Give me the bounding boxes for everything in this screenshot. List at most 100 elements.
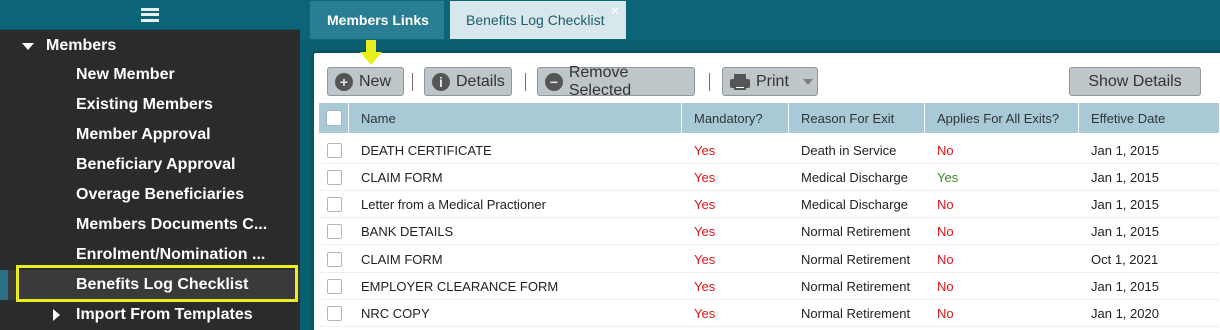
row-checkbox-cell bbox=[319, 246, 349, 273]
cell-mandatory: Yes bbox=[694, 170, 716, 185]
cell-name: EMPLOYER CLEARANCE FORM bbox=[361, 279, 559, 294]
sidebar-item-label: Beneficiary Approval bbox=[76, 156, 236, 173]
close-icon[interactable]: ✕ bbox=[610, 4, 620, 18]
sidebar-item-label: Existing Members bbox=[76, 96, 213, 113]
toolbar-divider bbox=[709, 73, 710, 91]
print-dropdown-button[interactable]: Print bbox=[722, 67, 818, 96]
new-button[interactable]: + New bbox=[327, 67, 404, 96]
sidebar-item-label: Members Documents C... bbox=[76, 216, 268, 233]
sidebar-item-members-documents[interactable]: Members Documents C... bbox=[0, 210, 300, 240]
sidebar-item-import-from-templates[interactable]: Import From Templates bbox=[0, 300, 300, 330]
selection-highlight bbox=[16, 265, 298, 302]
sidebar-item-label: Member Approval bbox=[76, 126, 211, 143]
cell-applies: No bbox=[937, 279, 954, 294]
row-checkbox-cell bbox=[319, 191, 349, 218]
sidebar-item-label: Enrolment/Nomination ... bbox=[76, 246, 266, 263]
cell-applies: No bbox=[937, 306, 954, 321]
cell-applies: No bbox=[937, 197, 954, 212]
table-row[interactable]: CLAIM FORM Yes Medical Discharge Yes Jan… bbox=[319, 164, 1219, 191]
row-checkbox[interactable] bbox=[326, 252, 342, 267]
cell-mandatory: Yes bbox=[694, 252, 716, 267]
sidebar-item-label: Import From Templates bbox=[76, 306, 253, 323]
table-row[interactable]: EMPLOYER CLEARANCE FORM Yes Normal Retir… bbox=[319, 273, 1219, 300]
cell-applies: Yes bbox=[937, 170, 959, 185]
tab-members-links[interactable]: Members Links bbox=[310, 1, 444, 39]
cell-mandatory: Yes bbox=[694, 306, 716, 321]
table-row[interactable]: Letter from a Medical Practioner Yes Med… bbox=[319, 191, 1219, 218]
info-icon: i bbox=[432, 72, 450, 91]
minus-icon: − bbox=[545, 72, 563, 91]
cell-applies: No bbox=[937, 143, 954, 158]
column-header-name[interactable]: Name bbox=[349, 103, 682, 133]
column-header-reason[interactable]: Reason For Exit bbox=[789, 103, 925, 133]
cell-reason: Death in Service bbox=[801, 143, 897, 158]
remove-selected-label: Remove Selected bbox=[568, 63, 632, 99]
printer-icon bbox=[730, 73, 750, 90]
table-row[interactable]: DEATH CERTIFICATE Yes Death in Service N… bbox=[319, 137, 1219, 164]
sidebar-header bbox=[0, 0, 300, 30]
row-checkbox[interactable] bbox=[326, 279, 342, 294]
cell-name: BANK DETAILS bbox=[361, 224, 454, 239]
details-button[interactable]: i Details bbox=[424, 67, 512, 96]
cell-mandatory: Yes bbox=[694, 197, 716, 212]
show-details-label: Show Details bbox=[1088, 72, 1182, 90]
row-checkbox[interactable] bbox=[326, 224, 342, 239]
cell-applies: No bbox=[937, 224, 954, 239]
cell-applies: No bbox=[937, 252, 954, 267]
row-checkbox[interactable] bbox=[326, 306, 342, 321]
new-button-label: New bbox=[359, 72, 392, 90]
details-button-label: Details bbox=[456, 72, 505, 90]
cell-name: Letter from a Medical Practioner bbox=[361, 197, 546, 212]
sidebar-item-new-member[interactable]: New Member bbox=[0, 60, 300, 90]
plus-icon: + bbox=[335, 72, 353, 91]
remove-selected-button[interactable]: − Remove Selected bbox=[537, 64, 695, 99]
row-checkbox-cell bbox=[319, 273, 349, 300]
row-checkbox[interactable] bbox=[326, 197, 342, 212]
sidebar-item-label: New Member bbox=[76, 66, 175, 83]
cell-date: Jan 1, 2015 bbox=[1091, 197, 1159, 212]
cell-reason: Medical Discharge bbox=[801, 170, 908, 185]
hamburger-menu-icon[interactable] bbox=[141, 7, 159, 22]
table-header: Name Mandatory? Reason For Exit Applies … bbox=[319, 103, 1219, 133]
sidebar-item-overage-beneficiaries[interactable]: Overage Beneficiaries bbox=[0, 180, 300, 210]
cell-mandatory: Yes bbox=[694, 224, 716, 239]
cell-name: CLAIM FORM bbox=[361, 252, 443, 267]
cell-date: Jan 1, 2015 bbox=[1091, 224, 1159, 239]
cell-reason: Normal Retirement bbox=[801, 306, 911, 321]
cell-date: Jan 1, 2015 bbox=[1091, 143, 1159, 158]
sidebar-group-label: Members bbox=[46, 37, 117, 54]
table-row[interactable]: CLAIM FORM Yes Normal Retirement No Oct … bbox=[319, 246, 1219, 273]
table-row[interactable]: NRC COPY Yes Normal Retirement No Jan 1,… bbox=[319, 300, 1219, 327]
show-details-button[interactable]: Show Details bbox=[1069, 67, 1201, 96]
cell-reason: Normal Retirement bbox=[801, 224, 911, 239]
cell-date: Jan 1, 2015 bbox=[1091, 170, 1159, 185]
chevron-down-icon bbox=[802, 78, 813, 85]
cell-name: CLAIM FORM bbox=[361, 170, 443, 185]
row-checkbox-cell bbox=[319, 300, 349, 327]
sidebar-item-existing-members[interactable]: Existing Members bbox=[0, 90, 300, 120]
select-all-checkbox[interactable] bbox=[325, 110, 342, 126]
print-label: Print bbox=[756, 72, 789, 90]
row-checkbox-cell bbox=[319, 137, 349, 164]
cell-name: DEATH CERTIFICATE bbox=[361, 143, 492, 158]
toolbar: + New i Details − Remove Selected Print … bbox=[314, 59, 1220, 99]
sidebar-group-members[interactable]: Members bbox=[0, 34, 116, 58]
column-header-mandatory[interactable]: Mandatory? bbox=[682, 103, 789, 133]
sidebar-item-member-approval[interactable]: Member Approval bbox=[0, 120, 300, 150]
toolbar-divider bbox=[412, 73, 413, 91]
row-checkbox[interactable] bbox=[326, 170, 342, 185]
cell-reason: Normal Retirement bbox=[801, 252, 911, 267]
column-header-date[interactable]: Effetive Date bbox=[1079, 103, 1219, 133]
caret-right-icon bbox=[53, 309, 60, 321]
main-panel: + New i Details − Remove Selected Print … bbox=[311, 50, 1220, 330]
column-header-applies[interactable]: Applies For All Exits? bbox=[925, 103, 1079, 133]
select-all-cell bbox=[319, 103, 349, 133]
annotation-arrow-icon bbox=[360, 40, 382, 65]
tab-label: Benefits Log Checklist bbox=[466, 12, 605, 28]
row-checkbox-cell bbox=[319, 218, 349, 245]
sidebar-item-beneficiary-approval[interactable]: Beneficiary Approval bbox=[0, 150, 300, 180]
tab-benefits-log-checklist[interactable]: Benefits Log Checklist ✕ bbox=[450, 1, 626, 39]
table-row[interactable]: BANK DETAILS Yes Normal Retirement No Ja… bbox=[319, 218, 1219, 245]
row-checkbox[interactable] bbox=[326, 143, 342, 158]
cell-mandatory: Yes bbox=[694, 143, 716, 158]
